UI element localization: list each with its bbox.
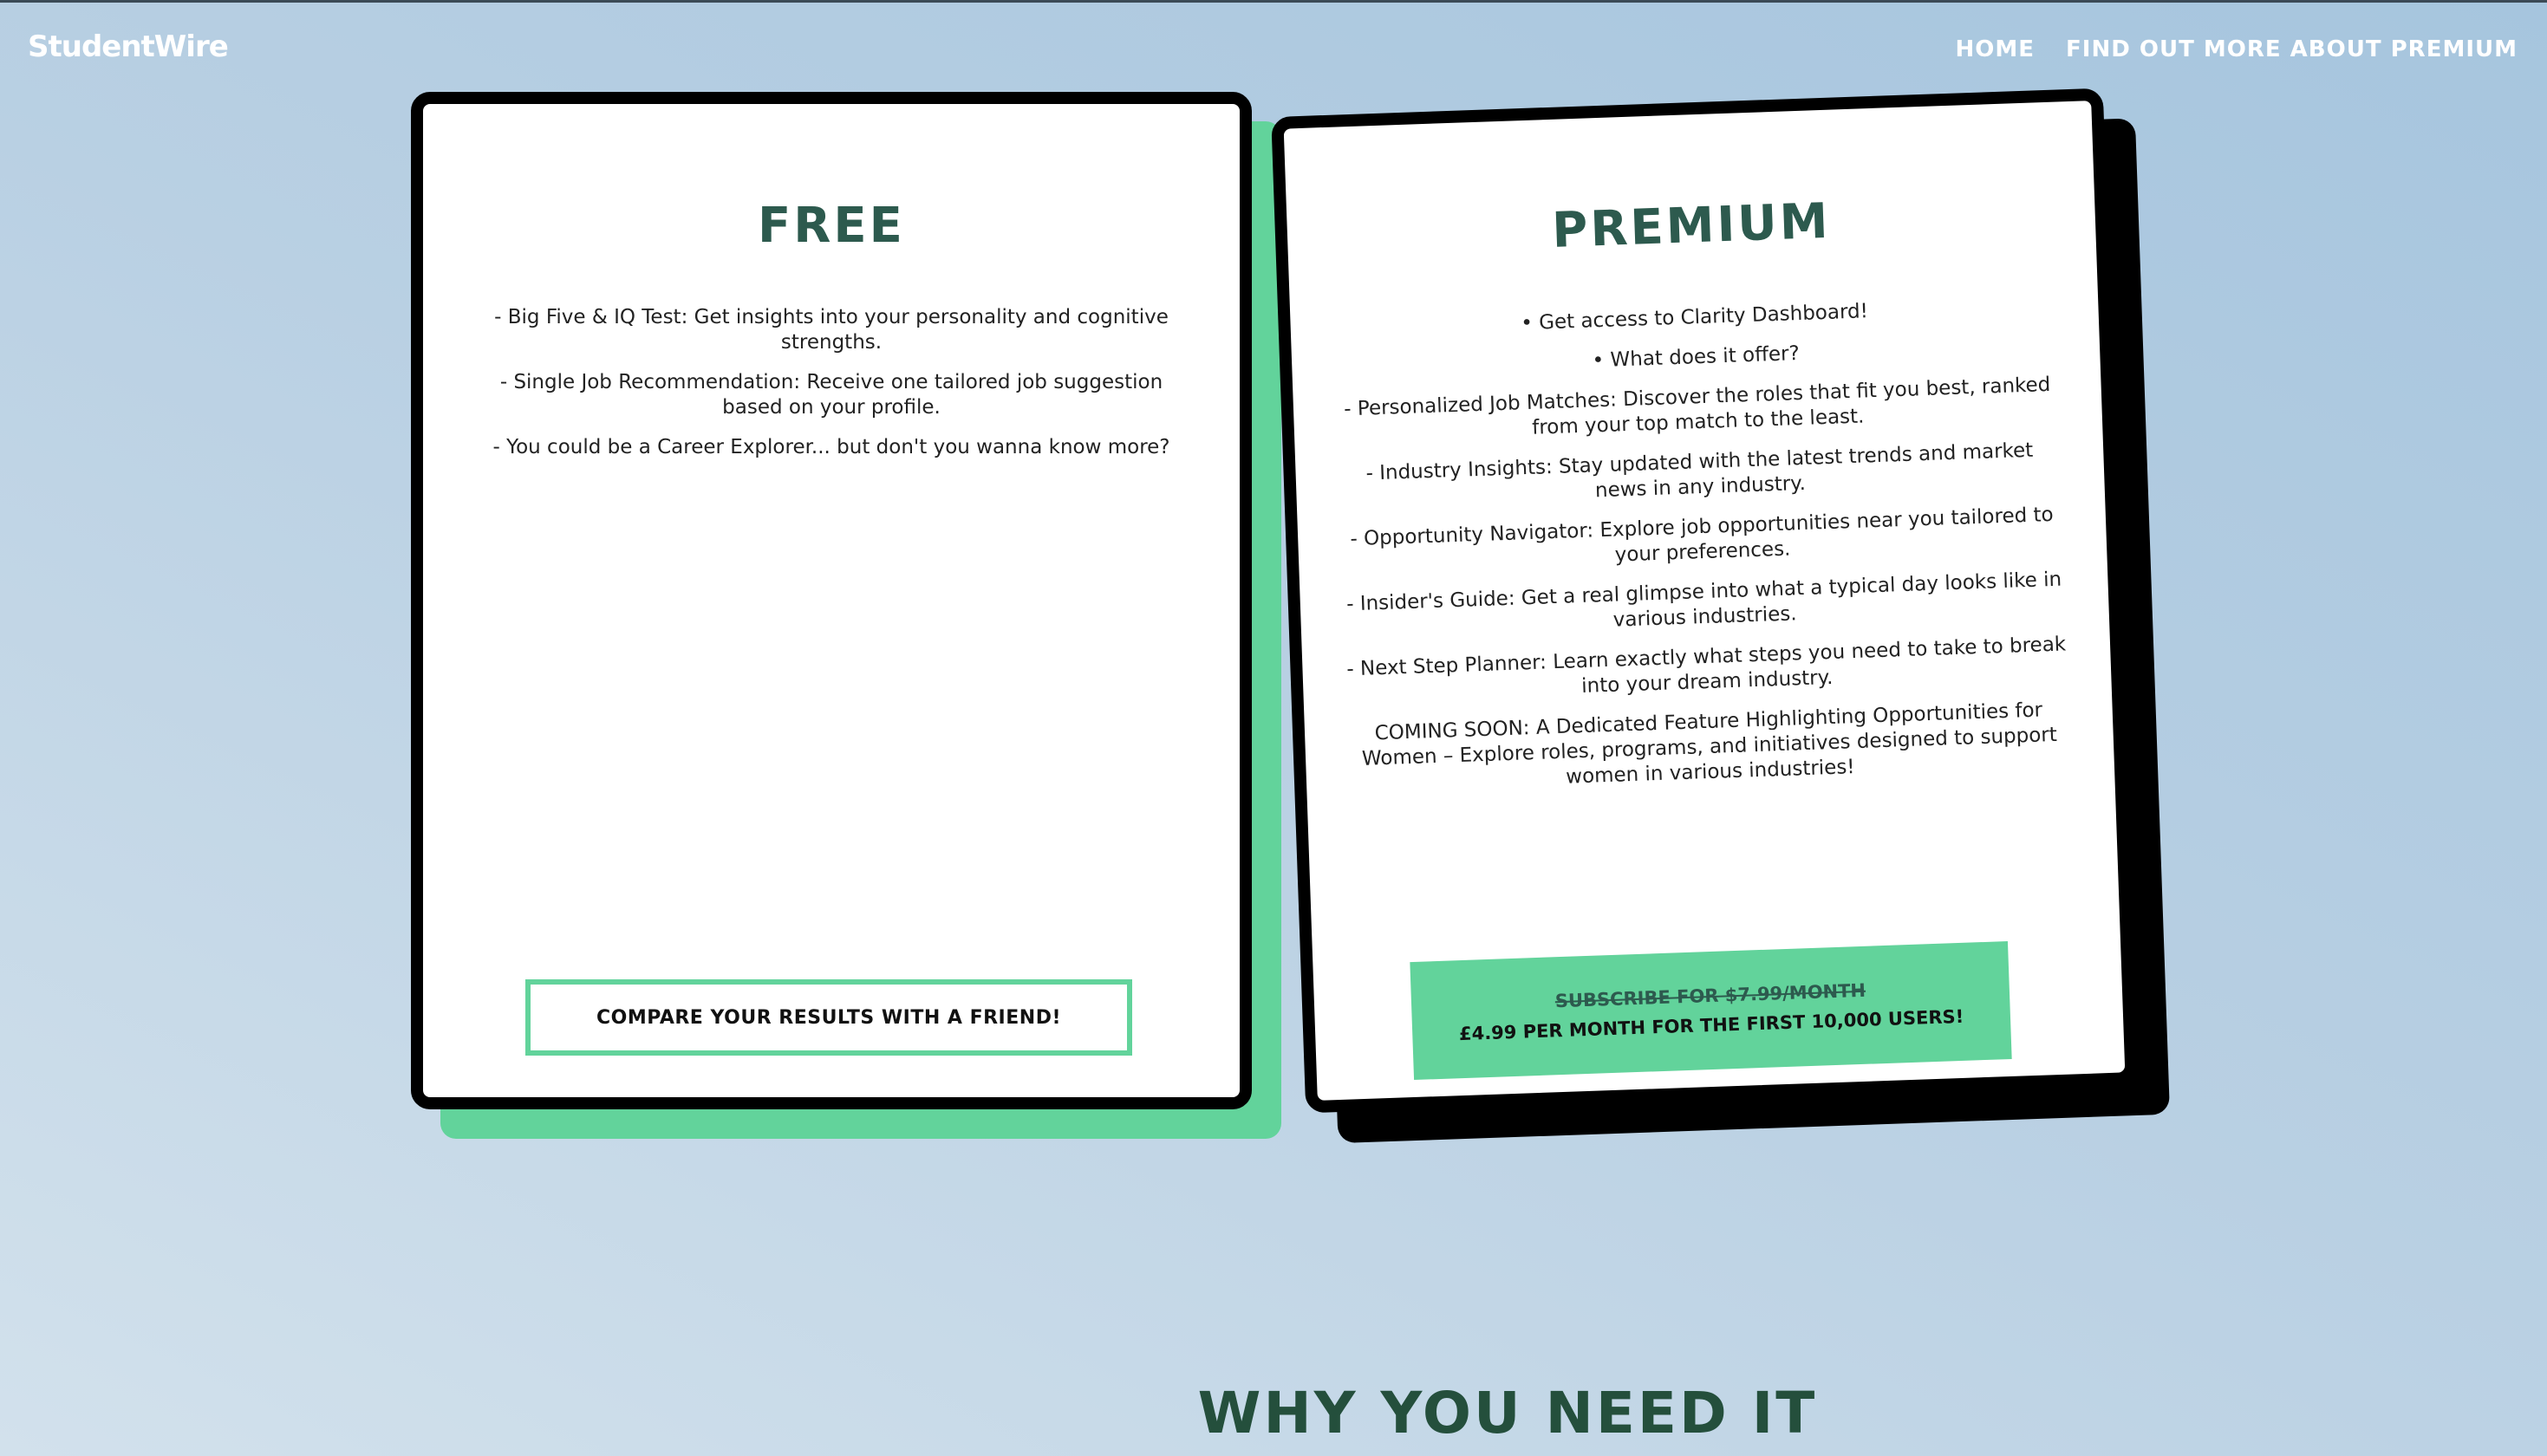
list-item: - Single Job Recommendation: Receive one… <box>499 371 1163 419</box>
compare-results-button[interactable]: COMPARE YOUR RESULTS WITH A FRIEND! <box>525 979 1132 1056</box>
top-nav: HOME FIND OUT MORE ABOUT PREMIUM <box>1956 36 2518 62</box>
list-item: • Get access to Clarity Dashboard! <box>1520 300 1869 335</box>
premium-feature-list: • Get access to Clarity Dashboard! • Wha… <box>1333 293 2071 813</box>
offer-price-label: £4.99 PER MONTH FOR THE FIRST 10,000 USE… <box>1458 1005 1964 1045</box>
premium-plan-title: PREMIUM <box>1551 192 1832 259</box>
list-item: COMING SOON: A Dedicated Feature Highlig… <box>1361 699 2058 789</box>
top-border <box>0 0 2547 3</box>
brand-logo[interactable]: StudentWire <box>28 29 229 64</box>
nav-premium-link[interactable]: FIND OUT MORE ABOUT PREMIUM <box>2066 36 2518 62</box>
why-you-need-it-heading: WHY YOU NEED IT <box>1197 1380 1818 1446</box>
nav-home-link[interactable]: HOME <box>1956 36 2036 62</box>
free-plan-title: FREE <box>758 198 905 254</box>
premium-plan-card: PREMIUM • Get access to Clarity Dashboar… <box>1271 88 2138 1114</box>
premium-plan-wrapper: PREMIUM • Get access to Clarity Dashboar… <box>1271 88 2171 1144</box>
free-feature-list: - Big Five & IQ Test: Get insights into … <box>475 305 1188 475</box>
free-plan-card: FREE - Big Five & IQ Test: Get insights … <box>411 92 1252 1109</box>
list-item: - You could be a Career Explorer... but … <box>492 436 1170 458</box>
list-item: - Insider's Guide: Get a real glimpse in… <box>1345 568 2062 632</box>
subscribe-button[interactable]: SUBSCRIBE FOR $7.99/MONTH £4.99 PER MONT… <box>1410 941 2012 1081</box>
list-item: - Opportunity Navigator: Explore job opp… <box>1350 503 2055 567</box>
old-price-label: SUBSCRIBE FOR $7.99/MONTH <box>1554 979 1866 1012</box>
list-item: - Big Five & IQ Test: Get insights into … <box>494 306 1169 354</box>
list-item: - Industry Insights: Stay updated with t… <box>1365 439 2034 503</box>
list-item: - Next Step Planner: Learn exactly what … <box>1345 633 2067 698</box>
list-item: • What does it offer? <box>1592 342 1801 373</box>
list-item: - Personalized Job Matches: Discover the… <box>1343 373 2051 439</box>
